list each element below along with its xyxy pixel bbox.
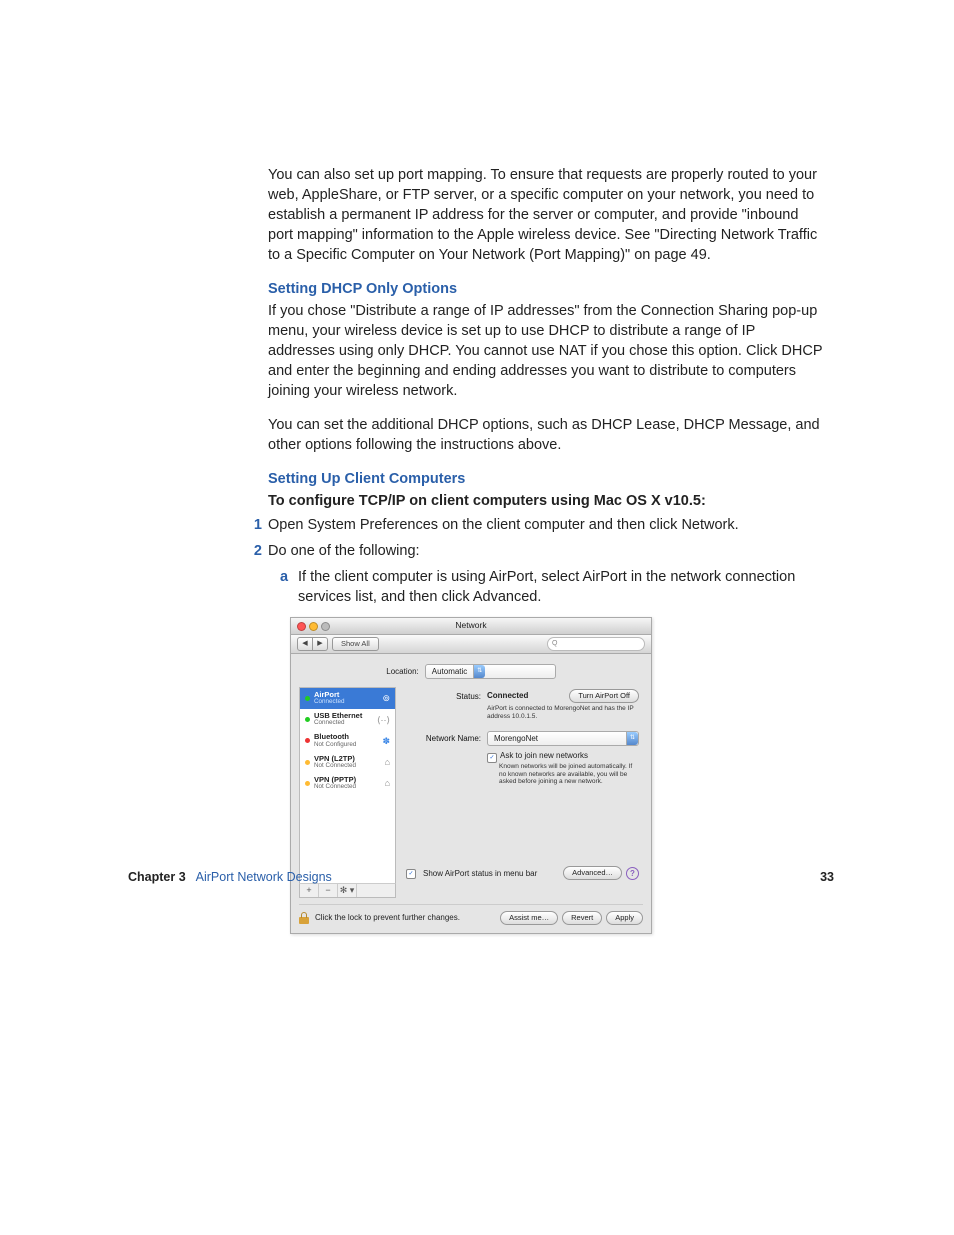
ethernet-icon: ⟨··⟩	[377, 714, 390, 726]
network-prefs-window: Network ◀ ▶ Show All Q Location: Automat…	[290, 617, 652, 934]
assist-me-button[interactable]: Assist me…	[500, 911, 558, 925]
ask-join-checkbox[interactable]: ✓	[487, 753, 497, 763]
page-footer: Chapter 3 AirPort Network Designs 33	[128, 870, 834, 884]
location-dropdown[interactable]: Automatic ⇅	[425, 664, 556, 679]
airport-icon: ⊚	[382, 692, 390, 704]
lock-text: Click the lock to prevent further change…	[315, 912, 460, 923]
sidebar-item-vpn-l2tp[interactable]: VPN (L2TP) Not Connected ⌂	[300, 752, 395, 773]
apply-button[interactable]: Apply	[606, 911, 643, 925]
subheading-dhcp: Setting DHCP Only Options	[268, 279, 823, 299]
status-dot-icon	[305, 760, 310, 765]
status-value: Connected	[487, 690, 528, 701]
back-button[interactable]: ◀	[297, 637, 313, 651]
location-label: Location:	[386, 666, 418, 677]
service-list[interactable]: AirPort Connected ⊚ USB Ethernet Connect…	[299, 687, 396, 883]
paragraph: You can also set up port mapping. To ens…	[268, 165, 823, 265]
status-dot-icon	[305, 738, 310, 743]
step-number: 2	[240, 541, 262, 561]
sidebar-item-bluetooth[interactable]: Bluetooth Not Configured ✽	[300, 730, 395, 751]
service-list-footer: + − ✻ ▾	[299, 883, 396, 898]
chevron-updown-icon: ⇅	[626, 732, 638, 745]
remove-service-button[interactable]: −	[319, 884, 338, 897]
action-menu-button[interactable]: ✻ ▾	[338, 884, 357, 897]
status-dot-icon	[305, 696, 310, 701]
chevron-updown-icon: ⇅	[473, 665, 485, 678]
status-note: AirPort is connected to MorengoNet and h…	[487, 705, 637, 721]
substep-text: If the client computer is using AirPort,…	[298, 567, 823, 607]
show-all-button[interactable]: Show All	[332, 637, 379, 651]
status-label: Status:	[406, 689, 481, 702]
step-number: 1	[240, 515, 262, 535]
add-service-button[interactable]: +	[300, 884, 319, 897]
network-name-label: Network Name:	[406, 731, 481, 744]
forward-button[interactable]: ▶	[313, 637, 328, 651]
substep-letter: a	[280, 567, 294, 607]
status-dot-icon	[305, 717, 310, 722]
step-text: Do one of the following:	[268, 541, 420, 561]
step-1: 1 Open System Preferences on the client …	[268, 515, 823, 535]
window-toolbar: ◀ ▶ Show All Q	[291, 635, 651, 654]
content-block: You can also set up port mapping. To ens…	[268, 165, 823, 934]
substep-a: a If the client computer is using AirPor…	[282, 567, 823, 607]
ask-join-label: Ask to join new networks	[500, 751, 588, 760]
chapter-label: Chapter 3	[128, 870, 186, 884]
sidebar-item-vpn-pptp[interactable]: VPN (PPTP) Not Connected ⌂	[300, 773, 395, 794]
step-2: 2 Do one of the following:	[268, 541, 823, 561]
network-name-dropdown[interactable]: MorengoNet ⇅	[487, 731, 639, 746]
paragraph: If you chose "Distribute a range of IP a…	[268, 301, 823, 401]
chapter-title: AirPort Network Designs	[196, 870, 332, 884]
search-input[interactable]: Q	[547, 637, 645, 651]
status-dot-icon	[305, 781, 310, 786]
sidebar-item-airport[interactable]: AirPort Connected ⊚	[300, 688, 395, 709]
turn-airport-off-button[interactable]: Turn AirPort Off	[569, 689, 639, 703]
ask-join-note: Known networks will be joined automatica…	[499, 763, 639, 786]
search-icon: Q	[552, 639, 557, 649]
document-page: You can also set up port mapping. To ens…	[0, 0, 954, 994]
bluetooth-icon: ✽	[382, 735, 390, 747]
page-number: 33	[820, 870, 834, 884]
window-title: Network	[291, 620, 651, 632]
lock-icon[interactable]	[299, 912, 309, 924]
vpn-icon: ⌂	[385, 777, 390, 789]
sidebar-item-usb-ethernet[interactable]: USB Ethernet Connected ⟨··⟩	[300, 709, 395, 730]
bold-instruction: To configure TCP/IP on client computers …	[268, 491, 823, 511]
paragraph: You can set the additional DHCP options,…	[268, 415, 823, 455]
revert-button[interactable]: Revert	[562, 911, 602, 925]
details-pane: Status: Connected Turn AirPort Off AirPo…	[406, 687, 643, 898]
window-titlebar[interactable]: Network	[291, 618, 651, 635]
subheading-clients: Setting Up Client Computers	[268, 469, 823, 489]
step-text: Open System Preferences on the client co…	[268, 515, 739, 535]
vpn-icon: ⌂	[385, 756, 390, 768]
